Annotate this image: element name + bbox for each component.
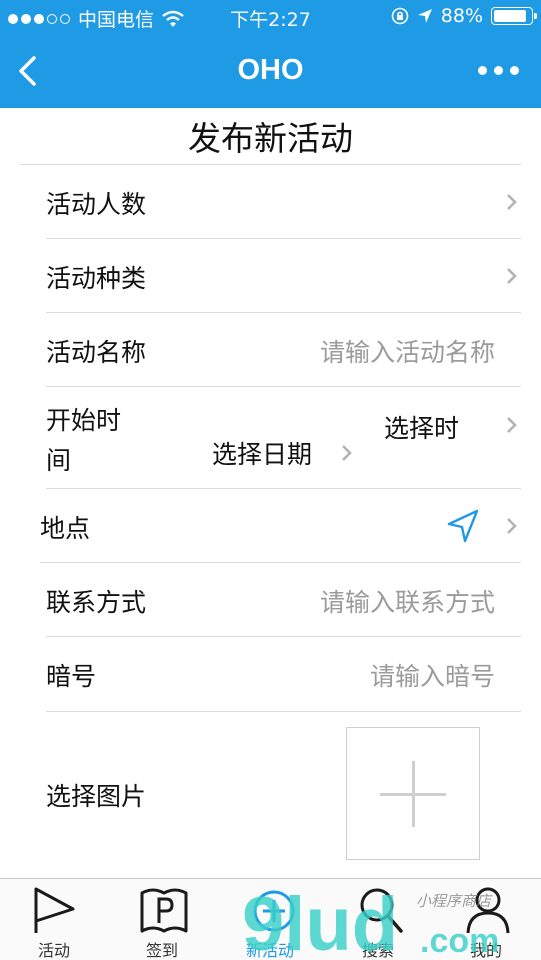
start-time-label-line2: 间: [46, 446, 72, 475]
time-picker[interactable]: 选择时: [384, 409, 459, 445]
location-arrow-icon[interactable]: [445, 508, 481, 544]
name-row: 活动名称 请输入活动名称: [46, 313, 521, 387]
app-title: OHO: [237, 54, 304, 86]
participants-row[interactable]: 活动人数: [46, 165, 521, 239]
tab-new-activity[interactable]: 新活动: [216, 879, 324, 960]
tab-label: 新活动: [245, 941, 294, 960]
tab-label: 活动: [37, 941, 70, 960]
password-row: 暗号 请输入暗号: [46, 637, 521, 712]
more-dots-icon[interactable]: [478, 66, 519, 75]
tab-activities[interactable]: 活动: [0, 879, 108, 960]
tab-bar: 活动 签到 新活动 搜索 我的: [0, 878, 541, 960]
flag-icon: [34, 887, 75, 933]
plus-circle-icon: [253, 890, 295, 932]
tab-checkin[interactable]: 签到: [108, 879, 216, 960]
date-picker[interactable]: 选择日期: [212, 435, 312, 471]
tab-profile[interactable]: 我的: [432, 879, 540, 960]
nav-bar: OHO: [0, 34, 541, 108]
chevron-right-icon: [342, 445, 352, 461]
user-icon: [466, 887, 510, 934]
checkin-book-icon: [140, 888, 188, 933]
contact-input[interactable]: 请输入联系方式: [320, 583, 495, 619]
rotation-lock-icon: [391, 7, 409, 25]
location-label: 地点: [40, 514, 91, 543]
start-time-row: 开始时 间 选择日期 选择时: [46, 387, 521, 489]
image-label: 选择图片: [46, 782, 147, 811]
status-bar: 中国电信 下午2:27 88%: [0, 0, 541, 34]
contact-label: 联系方式: [46, 588, 147, 617]
chevron-right-icon: [507, 268, 517, 284]
search-icon: [360, 888, 403, 933]
chevron-right-icon: [507, 518, 517, 534]
participants-label: 活动人数: [46, 190, 147, 219]
start-time-label-line1: 开始时: [46, 406, 122, 435]
chevron-right-icon: [507, 194, 517, 210]
name-input[interactable]: 请输入活动名称: [320, 333, 495, 369]
tab-label: 签到: [145, 941, 178, 960]
location-services-icon: [417, 9, 432, 23]
battery-icon: [491, 7, 537, 25]
location-row[interactable]: 地点: [40, 489, 521, 563]
contact-row: 联系方式 请输入联系方式: [46, 563, 521, 637]
name-label: 活动名称: [46, 338, 147, 367]
tab-label: 我的: [469, 941, 502, 960]
page-title: 发布新活动: [188, 119, 353, 158]
password-input[interactable]: 请输入暗号: [370, 657, 495, 693]
tab-search[interactable]: 搜索: [324, 879, 432, 960]
password-label: 暗号: [46, 662, 97, 691]
chevron-right-icon: [507, 417, 517, 433]
category-row[interactable]: 活动种类: [46, 239, 521, 313]
tab-label: 搜索: [361, 941, 394, 960]
image-picker-button[interactable]: [346, 727, 480, 860]
plus-icon-v: [412, 761, 415, 827]
category-label: 活动种类: [46, 264, 147, 293]
status-right: 88%: [391, 5, 537, 27]
battery-percent: 88%: [440, 5, 483, 27]
